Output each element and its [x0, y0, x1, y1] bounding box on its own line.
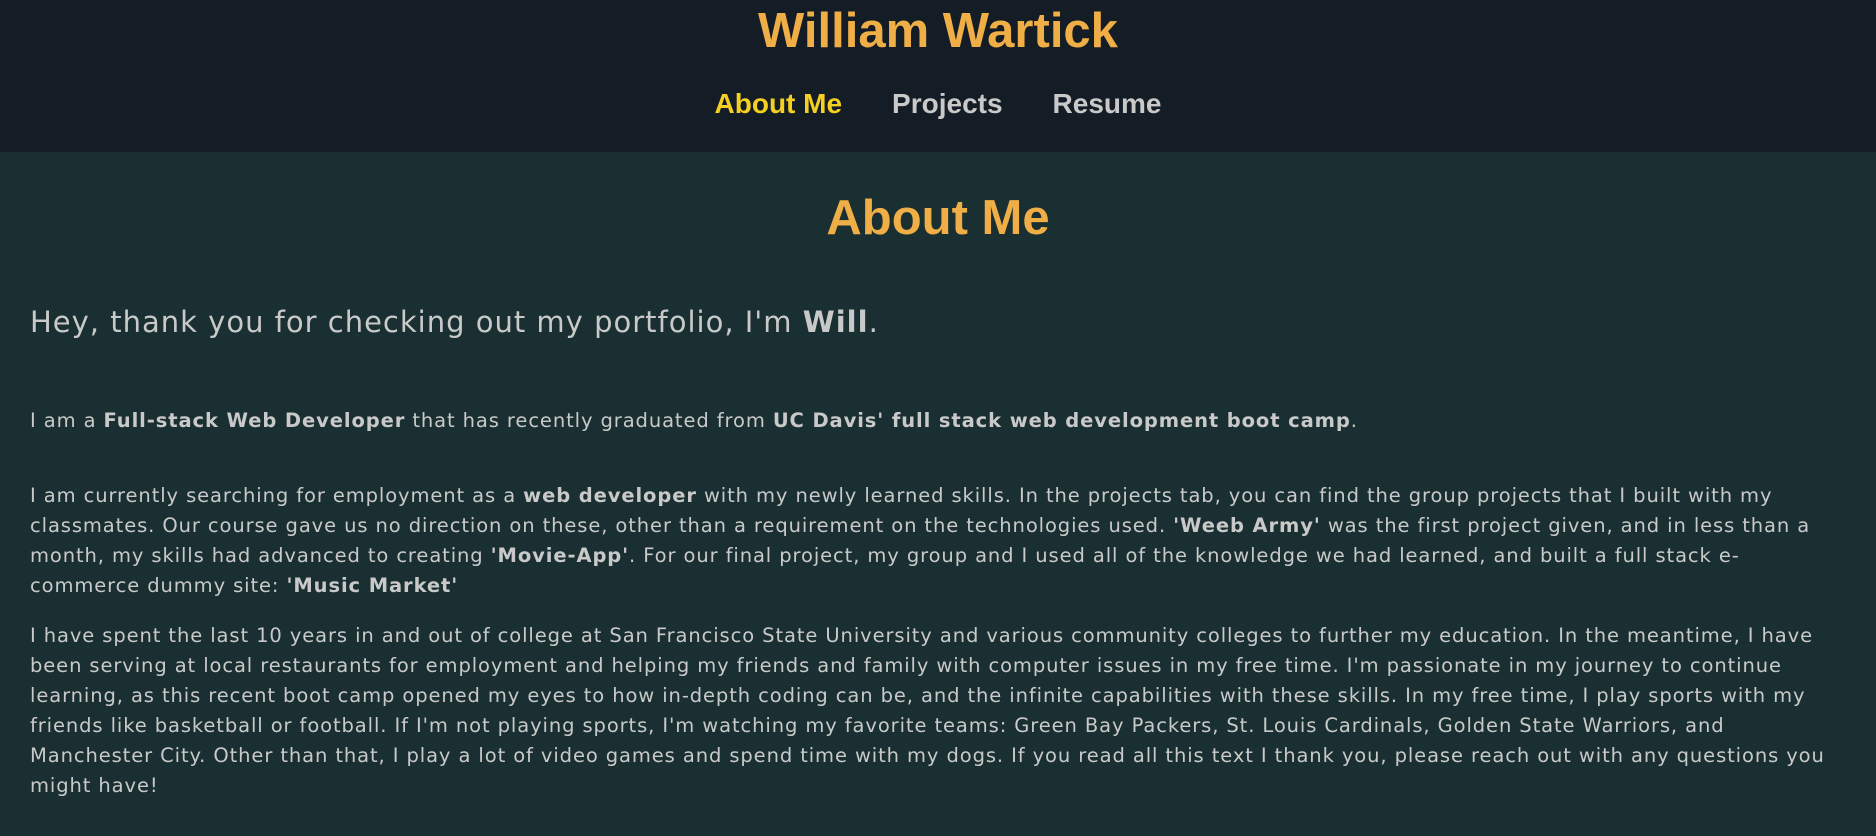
- intro-end: .: [868, 305, 879, 339]
- p1-bold-2: UC Davis' full stack web development boo…: [772, 409, 1351, 432]
- p1-bold-1: Full-stack Web Developer: [103, 409, 406, 432]
- p2-bold-2: 'Weeb Army': [1173, 514, 1321, 537]
- section-heading: About Me: [826, 191, 1050, 245]
- p2-bold-3: 'Movie-App': [490, 544, 630, 567]
- intro-text: Hey, thank you for checking out my portf…: [30, 305, 803, 339]
- p2-text-1: I am currently searching for employment …: [30, 484, 524, 507]
- bio-paragraph-1: I am a Full-stack Web Developer that has…: [30, 406, 1846, 436]
- p2-bold-4: 'Music Market': [286, 574, 459, 597]
- bio-paragraph-2: I am currently searching for employment …: [30, 481, 1846, 601]
- intro-greeting: Hey, thank you for checking out my portf…: [30, 304, 879, 340]
- p1-text-3: .: [1350, 409, 1358, 432]
- p1-text-1: I am a: [30, 409, 104, 432]
- p2-bold-1: web developer: [523, 484, 697, 507]
- p1-text-2: that has recently graduated from: [405, 409, 773, 432]
- bio-paragraph-3: I have spent the last 10 years in and ou…: [30, 624, 1825, 797]
- intro-name: Will: [802, 305, 869, 339]
